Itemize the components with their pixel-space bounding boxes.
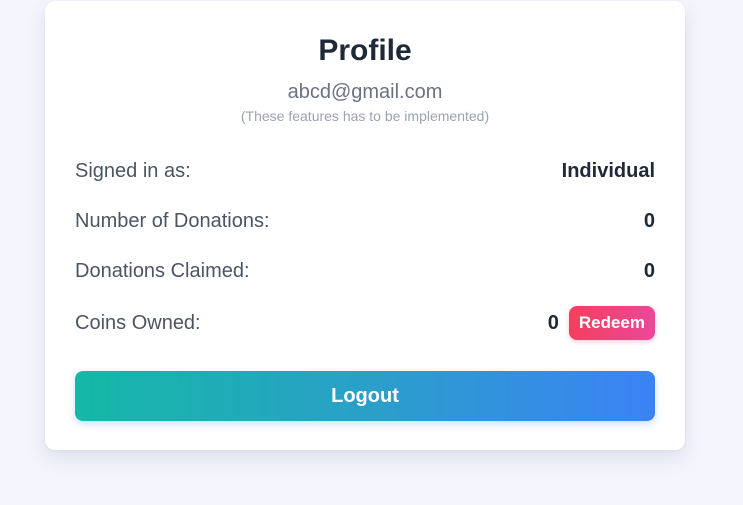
coins-row: Coins Owned: 0 Redeem xyxy=(75,305,655,341)
signed-in-value: Individual xyxy=(561,159,655,182)
claimed-value: 0 xyxy=(643,259,655,282)
coins-value-group: 0 Redeem xyxy=(548,306,655,340)
coins-label: Coins Owned: xyxy=(75,311,201,334)
implementation-note: (These features has to be implemented) xyxy=(240,108,490,124)
signed-in-label: Signed in as: xyxy=(75,159,191,182)
claimed-row: Donations Claimed: 0 xyxy=(75,253,655,289)
logout-button[interactable]: Logout xyxy=(75,371,655,421)
user-email: abcd@gmail.com xyxy=(287,81,443,103)
coins-value: 0 xyxy=(547,311,559,334)
signed-in-row: Signed in as: Individual xyxy=(75,153,655,189)
donations-row: Number of Donations: 0 xyxy=(75,203,655,239)
profile-card: Profile abcd@gmail.com (These features h… xyxy=(45,1,685,450)
redeem-button[interactable]: Redeem xyxy=(568,306,655,340)
page-title: Profile xyxy=(318,34,412,67)
donations-label: Number of Donations: xyxy=(75,209,270,232)
claimed-label: Donations Claimed: xyxy=(75,259,250,282)
donations-value: 0 xyxy=(643,209,655,232)
